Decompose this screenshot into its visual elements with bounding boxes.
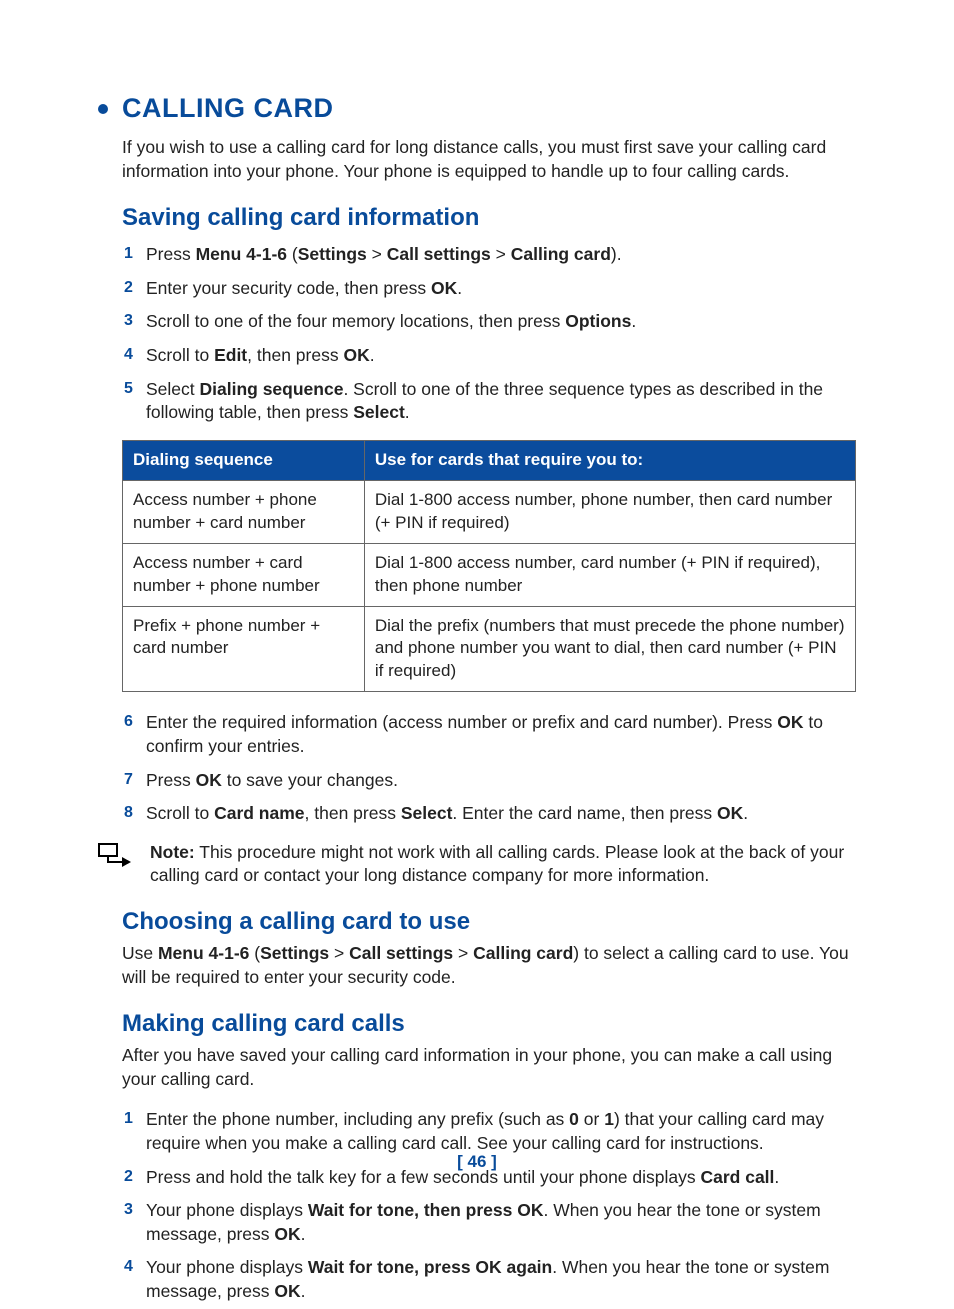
table-header: Use for cards that require you to:	[364, 440, 855, 480]
bullet-icon	[98, 104, 108, 114]
note-block: Note: This procedure might not work with…	[98, 841, 856, 888]
steps-saving-b: 6 Enter the required information (access…	[122, 706, 856, 831]
note-label: Note:	[150, 842, 195, 862]
steps-saving-a: 1 Press Menu 4-1-6 (Settings > Call sett…	[122, 238, 856, 430]
section-saving-title: Saving calling card information	[122, 202, 856, 234]
section-making-intro: After you have saved your calling card i…	[122, 1044, 856, 1091]
section-making-title: Making calling card calls	[122, 1008, 856, 1040]
table-row: Access number + phone number + card numb…	[123, 480, 856, 543]
table-row: Prefix + phone number + card number Dial…	[123, 606, 856, 692]
table-row: Access number + card number + phone numb…	[123, 543, 856, 606]
page-title: CALLING CARD	[122, 90, 333, 126]
section-choosing-title: Choosing a calling card to use	[122, 906, 856, 938]
step-text: Press	[146, 244, 196, 264]
page-number: [ 46 ]	[98, 1151, 856, 1174]
note-arrow-icon	[98, 843, 132, 867]
steps-making: 1 Enter the phone number, including any …	[122, 1103, 856, 1308]
section-choosing-text: Use Menu 4-1-6 (Settings > Call settings…	[122, 942, 856, 989]
table-header: Dialing sequence	[123, 440, 365, 480]
dialing-sequence-table: Dialing sequence Use for cards that requ…	[122, 440, 856, 693]
intro-text: If you wish to use a calling card for lo…	[122, 136, 856, 183]
note-text: This procedure might not work with all c…	[150, 842, 844, 886]
